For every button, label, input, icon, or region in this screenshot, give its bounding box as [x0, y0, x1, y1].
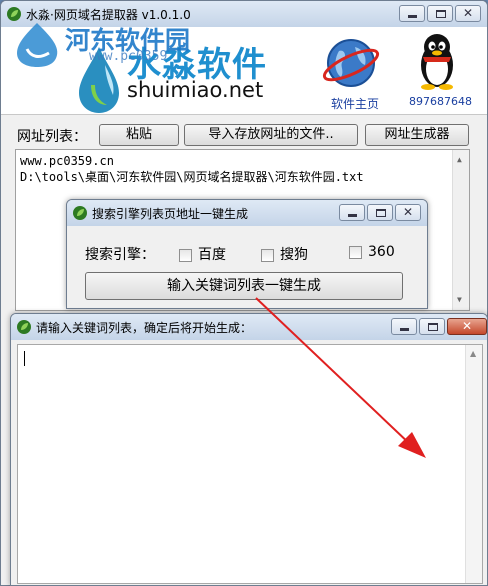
engine-dialog: 搜索引擎列表页地址一键生成 ✕ 搜索引擎： 百度 搜狗 360 输入关键词列表一… — [66, 199, 428, 309]
logo-url: shuimiao.net — [127, 78, 264, 102]
url-list-scrollbar[interactable]: ▲ ▼ — [452, 150, 469, 310]
engine-minimize-button[interactable] — [339, 204, 365, 221]
keyword-dialog-titlebar[interactable]: 请输入关键词列表，确定后将开始生成： ✕ — [11, 314, 487, 340]
watermark-logo-icon — [17, 23, 58, 67]
url-line: www.pc0359.cn — [20, 154, 114, 168]
360-checkbox[interactable] — [349, 245, 362, 259]
keyword-dialog-title: 请输入关键词列表，确定后将开始生成： — [36, 321, 253, 335]
import-file-button[interactable]: 导入存放网址的文件.. — [184, 124, 358, 146]
engine-maximize-button[interactable] — [367, 204, 393, 221]
engine-option-sogou[interactable]: 搜狗 — [261, 244, 308, 264]
paste-button[interactable]: 粘贴 — [99, 124, 179, 146]
scroll-down-arrow-icon[interactable]: ▼ — [457, 292, 462, 308]
engine-option-baidu[interactable]: 百度 — [179, 244, 226, 264]
engine-dialog-title: 搜索引擎列表页地址一键生成 — [92, 207, 249, 221]
keyword-maximize-button[interactable] — [419, 318, 445, 335]
keyword-minimize-button[interactable] — [391, 318, 417, 335]
text-cursor — [24, 351, 25, 366]
main-close-button[interactable]: ✕ — [455, 5, 481, 22]
keyword-dialog: 请输入关键词列表，确定后将开始生成： ✕ ▲ — [10, 313, 488, 586]
main-maximize-button[interactable] — [427, 5, 453, 22]
banner: 水淼软件 shuimiao.net 河东软件园 www.pc0359 软件主页 — [1, 23, 487, 115]
baidu-label: 百度 — [198, 247, 226, 263]
keyword-textarea[interactable]: ▲ — [17, 344, 483, 584]
scroll-up-arrow-icon[interactable]: ▲ — [457, 152, 462, 168]
engine-dialog-titlebar[interactable]: 搜索引擎列表页地址一键生成 ✕ — [67, 200, 427, 226]
main-minimize-button[interactable] — [399, 5, 425, 22]
keyword-dialog-leaf-icon — [17, 320, 31, 334]
baidu-checkbox[interactable] — [179, 248, 192, 262]
globe-homepage-icon[interactable] — [321, 35, 381, 91]
sogou-checkbox[interactable] — [261, 248, 274, 262]
engine-label: 搜索引擎： — [85, 247, 155, 263]
qq-penguin-icon[interactable] — [413, 31, 461, 91]
qq-number[interactable]: 897687648 — [409, 95, 472, 108]
engine-dialog-leaf-icon — [73, 206, 87, 220]
engine-option-360[interactable]: 360 — [349, 244, 395, 260]
engine-close-button[interactable]: ✕ — [395, 204, 421, 221]
url-list-label: 网址列表： — [17, 129, 87, 145]
sogou-label: 搜狗 — [280, 247, 308, 263]
url-line: D:\tools\桌面\河东软件园\网页域名提取器\河东软件园.txt — [20, 170, 364, 184]
360-label: 360 — [368, 244, 395, 260]
homepage-label[interactable]: 软件主页 — [331, 95, 379, 112]
keyword-scrollbar[interactable]: ▲ — [465, 345, 482, 583]
keyword-generate-button[interactable]: 输入关键词列表一键生成 — [85, 272, 403, 300]
watermark-url: www.pc0359 — [89, 49, 168, 64]
url-generator-button[interactable]: 网址生成器 — [365, 124, 469, 146]
keyword-close-button[interactable]: ✕ — [447, 318, 487, 335]
keyword-scroll-up-icon[interactable]: ▲ — [470, 349, 476, 358]
